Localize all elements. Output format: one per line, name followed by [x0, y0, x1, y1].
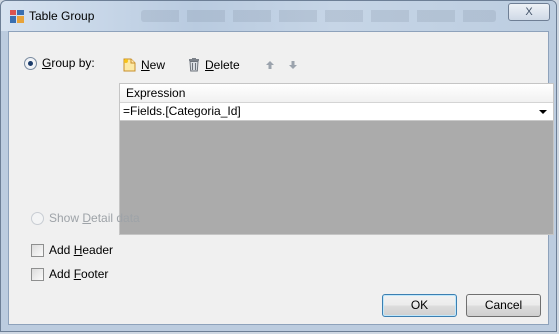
new-label-rest: ew [149, 58, 166, 72]
new-icon [123, 58, 136, 72]
delete-button[interactable]: Delete [188, 56, 240, 74]
dialog-window: Table Group X Group by: New Delete Expre… [0, 0, 557, 332]
add-header-label[interactable]: Add Header [49, 243, 113, 257]
expression-grid[interactable]: Expression =Fields.[Categoria_Id] [119, 83, 554, 235]
add-header-rest: eader [82, 243, 114, 257]
show-detail-mnemonic: D [82, 211, 92, 225]
window-title: Table Group [29, 9, 95, 23]
trash-icon [189, 58, 199, 72]
group-by-label-rest: roup by: [51, 56, 95, 70]
group-by-label[interactable]: Group by: [42, 56, 95, 70]
delete-label-rest: elete [213, 58, 240, 72]
title-bar[interactable]: Table Group X [1, 1, 556, 31]
show-detail-radio [31, 212, 44, 225]
add-footer-label[interactable]: Add Footer [49, 267, 108, 281]
column-header-expression[interactable]: Expression [120, 84, 553, 103]
group-by-mnemonic: G [42, 56, 52, 70]
add-footer-checkbox[interactable] [31, 268, 44, 281]
move-down-icon[interactable] [288, 60, 298, 70]
new-mnemonic: N [141, 58, 150, 72]
radio-selected-dot [28, 61, 33, 66]
table-group-icon [10, 10, 24, 23]
chevron-down-icon[interactable] [539, 110, 547, 114]
dialog-client-area: Group by: New Delete Expression =Fields.… [8, 31, 554, 325]
show-detail-prefix: Show [49, 211, 83, 225]
background-title-ghost [141, 10, 496, 22]
group-by-radio[interactable] [24, 57, 37, 70]
cancel-button[interactable]: Cancel [466, 294, 541, 317]
show-detail-rest: etail data [91, 211, 140, 225]
add-header-checkbox[interactable] [31, 244, 44, 257]
add-footer-prefix: Add [49, 267, 74, 281]
expression-row[interactable]: =Fields.[Categoria_Id] [120, 103, 553, 121]
add-footer-mnemonic: F [73, 267, 82, 281]
add-header-prefix: Add [49, 243, 74, 257]
ok-button[interactable]: OK [382, 294, 457, 317]
expression-cell[interactable]: =Fields.[Categoria_Id] [123, 104, 241, 118]
show-detail-label: Show Detail data [49, 211, 140, 225]
close-icon: X [525, 6, 533, 18]
move-up-icon[interactable] [265, 60, 275, 70]
new-button[interactable]: New [123, 56, 165, 74]
delete-mnemonic: D [205, 58, 214, 72]
close-button[interactable]: X [508, 3, 550, 21]
add-footer-rest: ooter [81, 267, 109, 281]
